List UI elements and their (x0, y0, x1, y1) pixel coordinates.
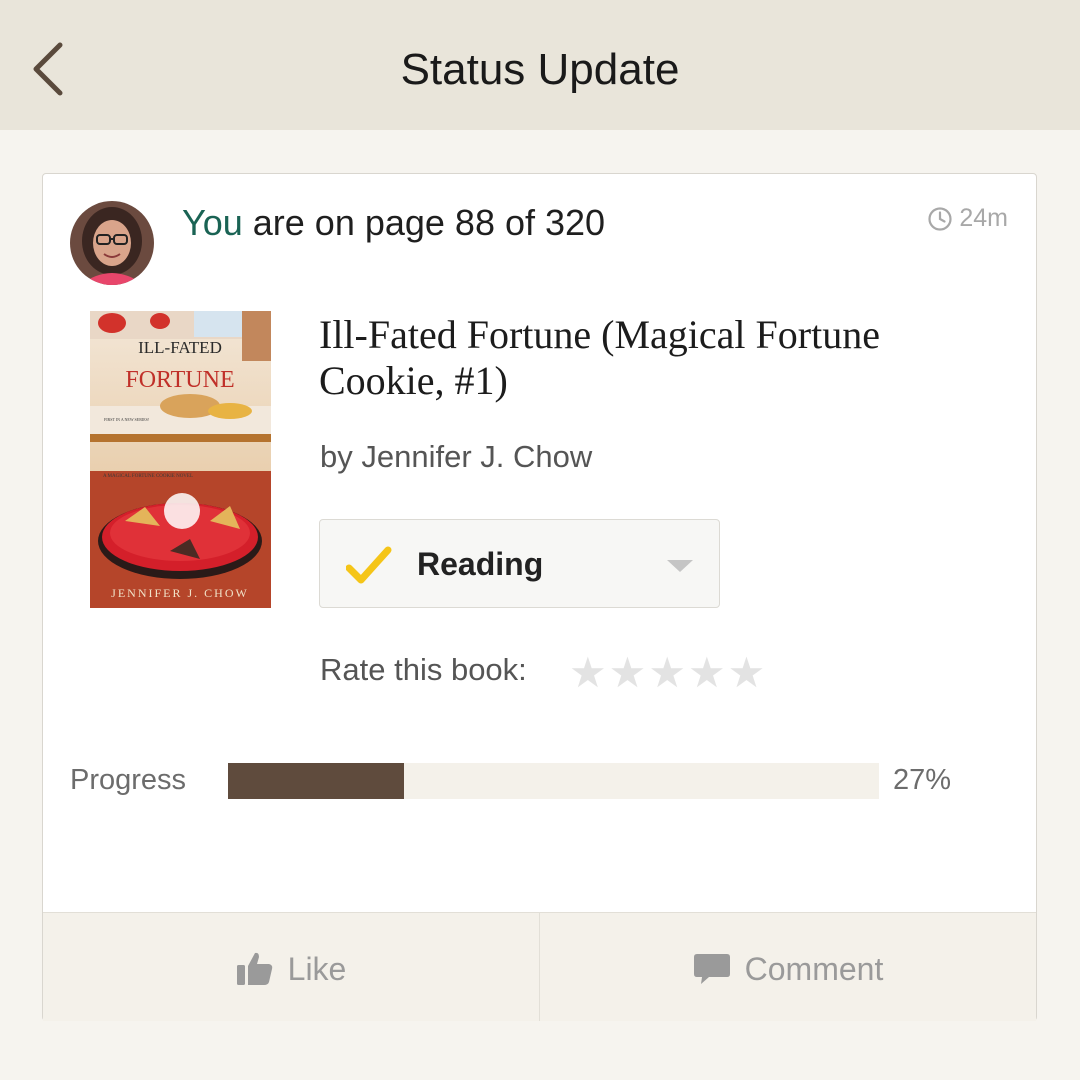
status-update-card: You are on page 88 of 320 24m ILL-FATED … (42, 173, 1037, 1021)
shelf-dropdown[interactable]: Reading (319, 519, 720, 608)
clock-icon (928, 206, 952, 231)
timestamp-text: 24m (959, 204, 1008, 232)
rating-stars: ★ ★ ★ ★ ★ (569, 650, 765, 696)
shelf-selected-label: Reading (417, 546, 544, 582)
page-title: Status Update (400, 45, 680, 94)
cover-series-line: A MAGICAL FORTUNE COOKIE NOVEL (103, 474, 193, 479)
comment-label: Comment (744, 950, 884, 987)
progress-fill (228, 763, 404, 799)
avatar[interactable] (70, 201, 154, 285)
book-author[interactable]: by Jennifer J. Chow (320, 439, 592, 475)
caret-down-icon (667, 560, 693, 572)
like-button[interactable]: Like (43, 913, 539, 1021)
like-label: Like (287, 950, 347, 987)
book-title[interactable]: Ill-Fated Fortune (Magical Fortune Cooki… (319, 312, 999, 404)
cover-title-line2: FORTUNE (125, 367, 234, 393)
timestamp: 24m (927, 204, 1008, 233)
cover-author: JENNIFER J. CHOW (111, 586, 249, 600)
star-icon[interactable]: ★ (569, 650, 607, 696)
star-icon[interactable]: ★ (648, 650, 686, 696)
progress-percent: 27% (893, 764, 952, 796)
action-bar: Like Comment (43, 912, 1036, 1021)
top-bar: Status Update (0, 0, 1080, 130)
star-icon[interactable]: ★ (728, 650, 766, 696)
book-cover-art: ILL-FATED FORTUNE FIRST IN A NEW SERIES!… (90, 311, 271, 608)
cover-title-line1: ILL-FATED (138, 338, 222, 357)
progress-label: Progress (70, 764, 187, 796)
speech-bubble-icon (693, 954, 730, 984)
book-cover[interactable]: ILL-FATED FORTUNE FIRST IN A NEW SERIES!… (90, 311, 271, 608)
progress-bar (228, 763, 879, 799)
status-text: are on page 88 of 320 (252, 202, 606, 243)
rate-label: Rate this book: (320, 652, 527, 687)
avatar-image (70, 201, 154, 285)
comment-button[interactable]: Comment (539, 913, 1036, 1021)
actor-link[interactable]: You (182, 202, 243, 243)
cover-series-note: FIRST IN A NEW SERIES! (104, 417, 149, 422)
star-icon[interactable]: ★ (609, 650, 647, 696)
checkmark-icon (346, 546, 392, 584)
thumbs-up-icon (236, 952, 272, 985)
star-icon[interactable]: ★ (688, 650, 726, 696)
status-line: You are on page 88 of 320 (182, 202, 605, 244)
